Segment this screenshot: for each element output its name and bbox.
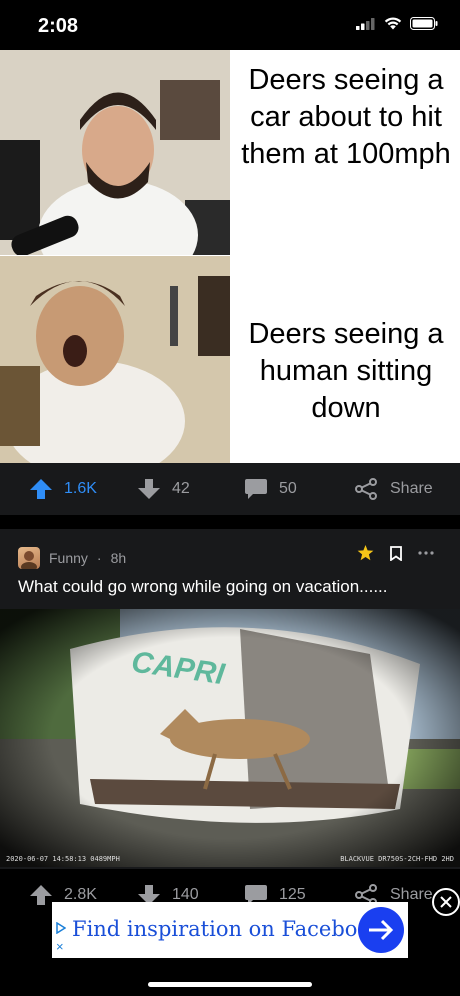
meta-dot: · xyxy=(96,550,102,566)
ad-arrow-icon xyxy=(369,919,394,941)
community-avatar[interactable] xyxy=(18,547,40,569)
bookmark-icon[interactable] xyxy=(390,545,402,561)
comment-icon xyxy=(245,479,267,499)
share-label: Share xyxy=(390,480,433,497)
downvote-count: 42 xyxy=(172,480,190,497)
video-cam-id: BLACKVUE DR750S-2CH-FHD 2HD xyxy=(340,855,454,863)
upvote-count: 1.6K xyxy=(64,480,97,497)
battery-icon xyxy=(410,17,438,30)
ad-arrow-button[interactable] xyxy=(358,907,404,953)
meme-photo-bottom-illustration xyxy=(0,256,230,463)
downvote-button[interactable]: 42 xyxy=(138,479,190,499)
post-separator xyxy=(0,515,460,529)
video-timestamp: 2020-06-07 14:58:13 0489MPH xyxy=(6,855,120,863)
wifi-icon xyxy=(384,17,402,30)
status-bar: 2:08 xyxy=(0,0,460,50)
close-icon xyxy=(440,896,452,908)
upvote-icon xyxy=(30,479,52,499)
ad-banner[interactable]: × Find inspiration on Faceboo xyxy=(52,902,408,958)
community-name[interactable]: Funny xyxy=(49,550,88,566)
post2-meta: Funny · 8h xyxy=(18,547,126,569)
signal-icon xyxy=(356,17,375,30)
ad-text[interactable]: Find inspiration on Faceboo xyxy=(72,917,358,941)
post2-card[interactable]: Funny · 8h What could go wrong while goi… xyxy=(0,529,460,869)
status-time: 2:08 xyxy=(38,15,79,37)
share-button[interactable]: Share xyxy=(354,478,433,500)
post2-tools xyxy=(357,545,434,561)
post2-title[interactable]: What could go wrong while going on vacat… xyxy=(18,577,388,597)
downvote-icon xyxy=(138,479,160,499)
star-icon[interactable] xyxy=(357,545,374,561)
ad-dismiss-x[interactable]: × xyxy=(56,940,64,953)
video-frame-illustration: CAPRI xyxy=(0,609,460,867)
meme-photo-top-illustration xyxy=(0,50,230,255)
comment-button[interactable]: 50 xyxy=(245,479,297,499)
post-video[interactable]: CAPRI 2020-06-07 14:58:13 0489MPH BLACKV… xyxy=(0,609,460,867)
ad-close-button[interactable] xyxy=(432,888,460,916)
ad-info-icon[interactable] xyxy=(56,922,66,934)
post-age: 8h xyxy=(110,550,127,566)
status-icons xyxy=(356,17,438,30)
meme-photo-top xyxy=(0,50,230,255)
home-indicator[interactable] xyxy=(148,982,312,987)
more-icon[interactable] xyxy=(418,551,434,555)
share-icon xyxy=(355,478,377,500)
upvote-button[interactable]: 1.6K xyxy=(30,479,97,499)
meme-caption-top: Deers seeing a car about to hit them at … xyxy=(241,64,451,170)
post1-action-bar: 1.6K 42 50 Share xyxy=(0,463,460,515)
upvote-icon xyxy=(30,885,52,905)
meme-photo-bottom xyxy=(0,256,230,463)
meme-caption-bottom: Deers seeing a human sitting down xyxy=(248,318,444,424)
post-image-meme[interactable]: Deers seeing a car about to hit them at … xyxy=(0,50,460,463)
comment-count: 50 xyxy=(279,480,297,497)
